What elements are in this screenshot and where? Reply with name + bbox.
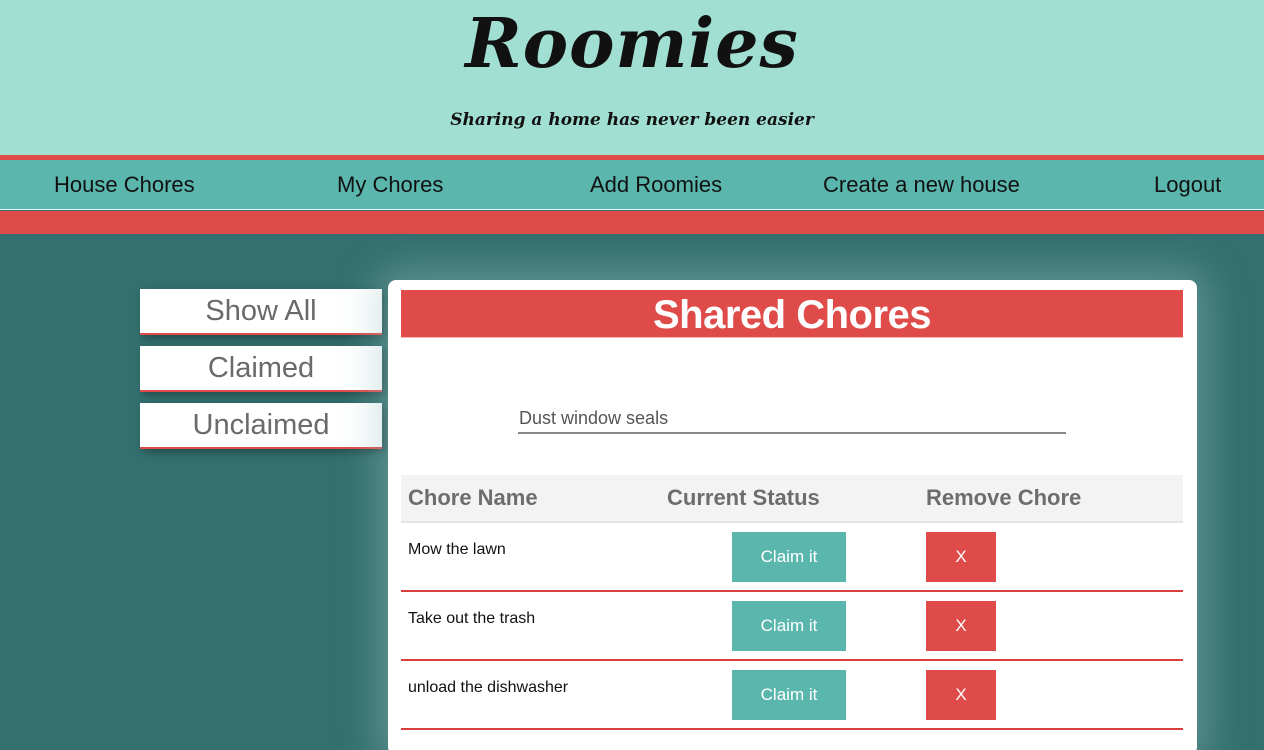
site-tagline: Sharing a home has never been easier xyxy=(450,110,814,130)
panel-title: Shared Chores xyxy=(401,290,1183,338)
filter-claimed-button[interactable]: Claimed xyxy=(140,346,382,392)
site-header: Roomies Sharing a home has never been ea… xyxy=(0,0,1264,155)
remove-chore-button[interactable]: X xyxy=(926,532,996,582)
nav-logout[interactable]: Logout xyxy=(1154,160,1221,210)
chores-table-header: Chore Name Current Status Remove Chore xyxy=(401,475,1183,522)
remove-chore-button[interactable]: X xyxy=(926,670,996,720)
column-chore-name: Chore Name xyxy=(408,485,538,510)
chore-name-cell: Take out the trash xyxy=(408,610,536,627)
shared-chores-panel: Shared Chores Chore Name Current Status … xyxy=(388,280,1197,750)
nav-stripe xyxy=(0,211,1264,234)
claim-button[interactable]: Claim it xyxy=(732,670,846,720)
chore-name-cell: unload the dishwasher xyxy=(408,679,569,696)
chore-name-cell: Mow the lawn xyxy=(408,541,506,558)
table-row: Mow the lawn Claim it X xyxy=(401,523,1183,592)
column-current-status: Current Status xyxy=(667,485,820,510)
nav-add-roomies[interactable]: Add Roomies xyxy=(590,160,722,210)
claim-button[interactable]: Claim it xyxy=(732,601,846,651)
site-logo: Roomies xyxy=(465,4,799,84)
filter-show-all-button[interactable]: Show All xyxy=(140,289,382,335)
claim-button[interactable]: Claim it xyxy=(732,532,846,582)
table-row: unload the dishwasher Claim it X xyxy=(401,661,1183,730)
nav-create-house[interactable]: Create a new house xyxy=(823,160,1020,210)
table-row: Take out the trash Claim it X xyxy=(401,592,1183,661)
new-chore-input[interactable] xyxy=(518,404,1066,434)
filter-unclaimed-button[interactable]: Unclaimed xyxy=(140,403,382,449)
nav-my-chores[interactable]: My Chores xyxy=(337,160,443,210)
column-remove-chore: Remove Chore xyxy=(926,485,1082,510)
remove-chore-button[interactable]: X xyxy=(926,601,996,651)
main-nav: House Chores My Chores Add Roomies Creat… xyxy=(0,160,1264,210)
nav-house-chores[interactable]: House Chores xyxy=(54,160,195,210)
